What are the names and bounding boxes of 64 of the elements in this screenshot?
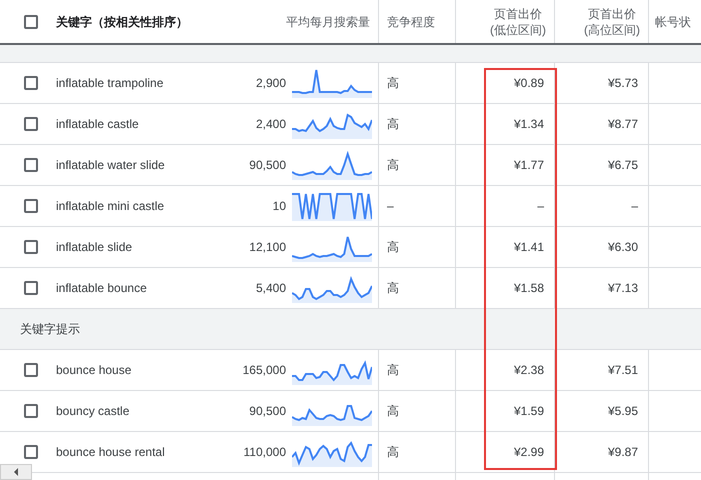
checkbox[interactable]	[24, 117, 38, 131]
competition-level: –	[387, 199, 394, 213]
left-arrow-icon	[12, 468, 20, 476]
low-bid: ¥1.34	[514, 117, 544, 131]
checkbox[interactable]	[24, 281, 38, 295]
scroll-left-button[interactable]	[0, 464, 32, 480]
keyword-text: inflatable mini castle	[56, 199, 164, 213]
low-bid: ¥1.77	[514, 158, 544, 172]
low-bid: –	[537, 199, 544, 213]
column-header[interactable]: 页首出价 (低位区间)	[490, 6, 546, 38]
checkbox[interactable]	[24, 76, 38, 90]
keyword-text: inflatable castle	[56, 117, 139, 131]
keyword-text: inflatable trampoline	[56, 76, 164, 90]
high-bid: ¥5.95	[608, 404, 638, 418]
keyword-text: bounce house rental	[56, 445, 165, 459]
high-bid: ¥9.87	[608, 445, 638, 459]
high-bid: ¥7.51	[608, 363, 638, 377]
competition-level: 高	[387, 402, 399, 420]
checkbox[interactable]	[24, 14, 38, 28]
competition-level: 高	[387, 238, 399, 256]
high-bid: ¥6.30	[608, 240, 638, 254]
high-bid: ¥7.13	[608, 281, 638, 295]
column-header[interactable]: 竞争程度	[387, 14, 435, 30]
competition-level: 高	[387, 156, 399, 174]
high-bid: –	[631, 199, 638, 213]
keyword-text: bounce house	[56, 363, 132, 377]
search-volume: 12,100	[249, 240, 286, 254]
checkbox[interactable]	[24, 158, 38, 172]
keyword-text: bouncy castle	[56, 404, 130, 418]
keyword-text: inflatable water slide	[56, 158, 165, 172]
column-header[interactable]: 平均每月搜索量	[286, 14, 370, 30]
high-bid: ¥8.77	[608, 117, 638, 131]
keyword-text: inflatable slide	[56, 240, 132, 254]
keyword-text: inflatable bounce	[56, 281, 147, 295]
search-volume: 2,900	[256, 76, 286, 90]
low-bid: ¥1.58	[514, 281, 544, 295]
search-volume: 90,500	[249, 158, 286, 172]
competition-level: 高	[387, 116, 399, 132]
competition-level: 高	[387, 74, 399, 92]
low-bid: ¥2.38	[514, 363, 544, 377]
search-volume: 90,500	[249, 404, 286, 418]
column-header[interactable]: 页首出价 (高位区间)	[584, 6, 640, 38]
column-header[interactable]: 关键字（按相关性排序）	[56, 14, 188, 30]
checkbox[interactable]	[24, 240, 38, 254]
low-bid: ¥1.59	[514, 404, 544, 418]
competition-level: 高	[387, 280, 399, 296]
competition-level: 高	[387, 362, 399, 378]
checkbox[interactable]	[24, 363, 38, 377]
competition-level: 高	[387, 444, 399, 460]
search-volume: 110,000	[244, 445, 286, 459]
checkbox[interactable]	[24, 445, 38, 459]
high-bid: ¥5.73	[608, 76, 638, 90]
checkbox[interactable]	[24, 199, 38, 213]
column-header[interactable]: 帐号状	[655, 14, 691, 30]
checkbox[interactable]	[24, 404, 38, 418]
search-volume: 10	[272, 199, 286, 213]
low-bid: ¥0.89	[514, 76, 544, 90]
search-volume: 5,400	[256, 281, 286, 295]
low-bid: ¥1.41	[514, 240, 544, 254]
section-header: 关键字提示	[0, 309, 701, 350]
search-volume: 2,400	[256, 117, 286, 131]
low-bid: ¥2.99	[514, 445, 544, 459]
high-bid: ¥6.75	[608, 158, 638, 172]
search-volume: 165,000	[242, 363, 286, 377]
